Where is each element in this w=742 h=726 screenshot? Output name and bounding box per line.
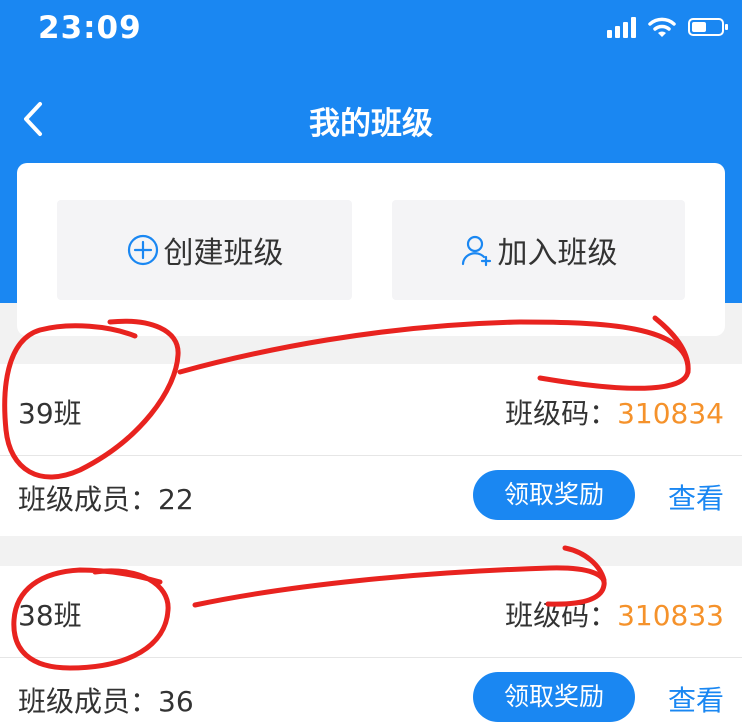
wifi-icon [648,17,676,37]
class-card-footer: 班级成员：36 领取奖励 查看 [0,658,742,726]
view-class-link[interactable]: 查看 [668,679,724,719]
class-members-label: 班级成员： [18,685,159,718]
class-card-header: 39班 班级码：310834 [0,364,742,456]
plus-circle-icon [127,234,158,266]
join-class-button[interactable]: 加入班级 [392,200,685,300]
class-code: 班级码：310833 [505,594,724,634]
class-card: 38班 班级码：310833 班级成员：36 领取奖励 查看 [0,566,742,726]
status-bar: 23:09 [0,0,742,60]
class-code-label: 班级码： [505,397,618,430]
class-members-count: 22 [158,483,194,516]
claim-reward-button[interactable]: 领取奖励 [473,672,635,722]
add-user-icon [461,235,491,267]
class-code-value: 310834 [617,397,724,430]
class-members: 班级成员：36 [18,680,194,720]
create-class-button[interactable]: 创建班级 [57,200,352,300]
class-name: 39班 [18,397,82,430]
create-class-label: 创建班级 [163,236,284,271]
class-members: 班级成员：22 [18,478,194,518]
class-code-value: 310833 [617,599,724,632]
battery-icon [688,18,728,36]
action-card: 创建班级 加入班级 [17,163,725,336]
status-icons [607,16,728,38]
class-name: 38班 [18,599,82,632]
claim-reward-button[interactable]: 领取奖励 [473,470,635,520]
class-card: 39班 班级码：310834 班级成员：22 领取奖励 查看 [0,364,742,536]
signal-icon [607,16,636,38]
class-card-header: 38班 班级码：310833 [0,566,742,658]
page-title: 我的班级 [309,106,433,142]
class-code: 班级码：310834 [505,392,724,432]
class-code-label: 班级码： [505,599,618,632]
class-card-footer: 班级成员：22 领取奖励 查看 [0,456,742,536]
class-members-label: 班级成员： [18,483,159,516]
class-members-count: 36 [158,685,194,718]
nav-bar: 我的班级 [0,80,742,160]
status-time: 23:09 [38,10,142,46]
view-class-link[interactable]: 查看 [668,477,724,517]
join-class-label: 加入班级 [497,236,618,271]
